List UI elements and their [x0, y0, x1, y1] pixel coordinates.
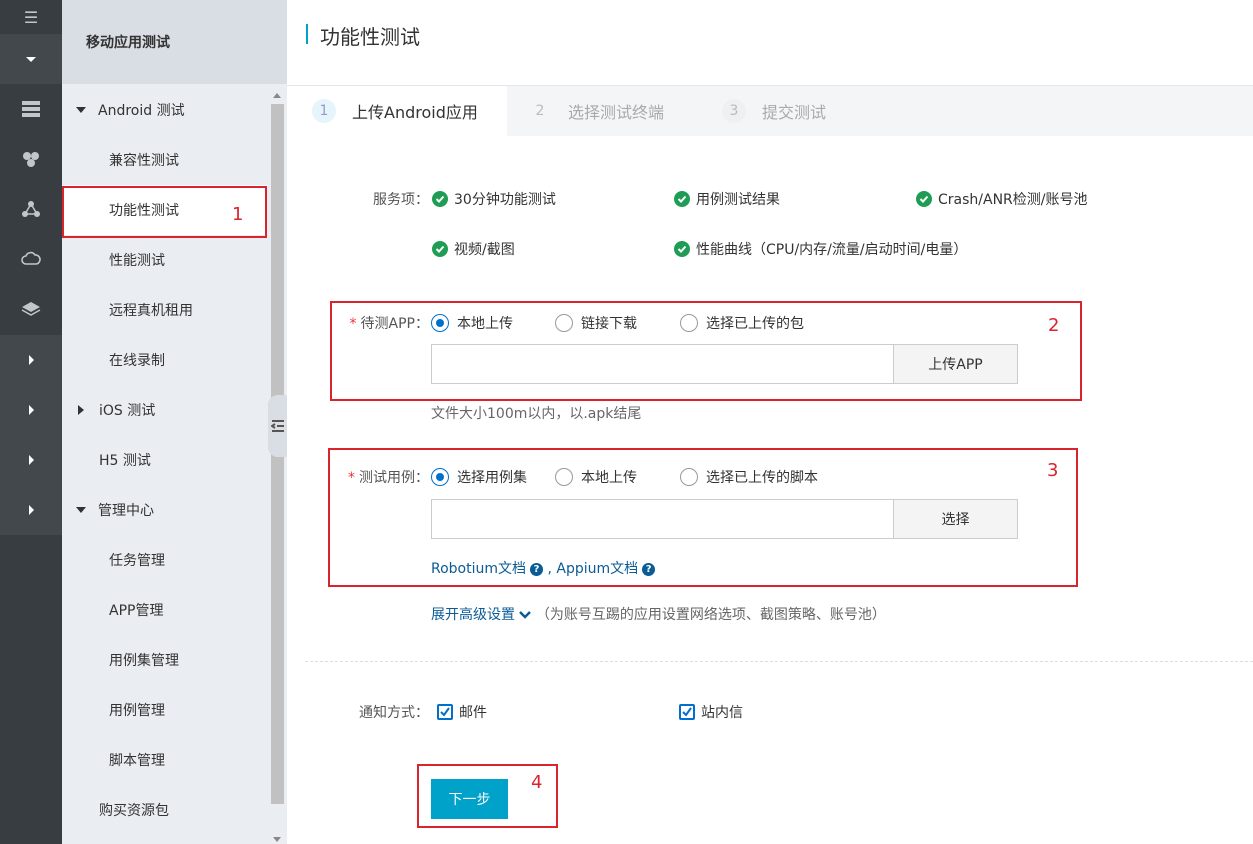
check-circle-icon	[916, 191, 932, 207]
service-label: 30分钟功能测试	[454, 192, 556, 208]
step-label: 上传Android应用	[352, 103, 478, 122]
check-circle-icon	[674, 241, 690, 257]
annotation-number: 2	[1048, 315, 1060, 336]
service-label: Crash/ANR检测/账号池	[938, 192, 1088, 208]
expand-arrow-icon[interactable]	[0, 485, 62, 535]
expand-advanced-link[interactable]: 展开高级设置	[431, 607, 515, 623]
sidebar-scrollbar[interactable]	[268, 85, 287, 844]
service-item: Crash/ANR检测/账号池	[916, 189, 1088, 209]
annotation-number: 3	[1047, 460, 1059, 481]
advanced-desc: （为账号互踢的应用设置网络选项、截图策略、账号池）	[535, 607, 886, 623]
step-label: 提交测试	[762, 103, 827, 122]
step-select-device[interactable]: 2 选择测试终端	[528, 86, 664, 136]
sidebar-item-cases[interactable]: 用例管理	[62, 685, 267, 735]
hamburger-icon[interactable]: ☰	[0, 0, 62, 34]
checkbox-checked-icon	[679, 704, 695, 720]
secondary-sidebar: 移动应用测试 Android 测试 兼容性测试 功能性测试 性能测试 远程真机租…	[62, 0, 287, 844]
rail-expand-group	[0, 335, 62, 535]
sidebar-title: 移动应用测试	[62, 0, 287, 84]
caret-down-icon	[76, 507, 86, 513]
sidebar-group-label: Android 测试	[98, 103, 185, 119]
annotation-number: 4	[531, 772, 543, 793]
sidebar-group-h5[interactable]: H5 测试	[62, 435, 267, 485]
page-header: 功能性测试	[287, 0, 1253, 86]
scroll-up-icon[interactable]	[273, 93, 281, 98]
step-submit[interactable]: 3 提交测试	[722, 86, 826, 136]
checkbox-checked-icon	[437, 704, 453, 720]
sidebar-item-buy[interactable]: 购买资源包	[62, 785, 267, 835]
caret-down-icon	[76, 107, 86, 113]
sidebar-item-tasks[interactable]: 任务管理	[62, 535, 267, 585]
sidebar-group-label: 管理中心	[98, 503, 154, 519]
notify-label: 通知方式：	[359, 705, 429, 721]
page-title: 功能性测试	[320, 25, 420, 49]
service-item: 30分钟功能测试	[432, 189, 556, 209]
sidebar-item-remote-device[interactable]: 远程真机租用	[62, 285, 267, 335]
services-label: 服务项：	[373, 192, 429, 208]
service-item: 性能曲线（CPU/内存/流量/启动时间/电量）	[674, 239, 967, 259]
service-label: 性能曲线（CPU/内存/流量/启动时间/电量）	[696, 242, 968, 258]
annotation-number: 1	[232, 204, 244, 225]
collapse-sidebar-button[interactable]	[268, 395, 287, 457]
expand-arrow-icon[interactable]	[0, 335, 62, 385]
checkbox-label: 站内信	[701, 705, 743, 721]
notify-email-checkbox[interactable]: 邮件	[437, 702, 487, 722]
advanced-settings: 展开高级设置 （为账号互踢的应用设置网络选项、截图策略、账号池）	[431, 604, 886, 624]
service-item: 视频/截图	[432, 239, 515, 259]
caret-down-icon	[26, 56, 36, 62]
sidebar-group-android[interactable]: Android 测试	[62, 85, 267, 135]
step-upload[interactable]: 1 上传Android应用	[287, 86, 507, 136]
step-number: 1	[312, 99, 336, 123]
sidebar-item-compat[interactable]: 兼容性测试	[62, 135, 267, 185]
scroll-down-icon[interactable]	[273, 837, 281, 842]
chevron-down-icon[interactable]	[519, 610, 532, 620]
sidebar-group-manage[interactable]: 管理中心	[62, 485, 267, 535]
annotation-box-2	[330, 301, 1082, 401]
app-size-hint: 文件大小100m以内，以.apk结尾	[431, 406, 642, 422]
service-label: 视频/截图	[454, 242, 515, 258]
sidebar-item-case-sets[interactable]: 用例集管理	[62, 635, 267, 685]
check-circle-icon	[674, 191, 690, 207]
step-label: 选择测试终端	[568, 103, 665, 122]
expand-arrow-icon[interactable]	[0, 435, 62, 485]
sidebar-item-scripts[interactable]: 脚本管理	[62, 735, 267, 785]
server-icon[interactable]	[0, 84, 62, 134]
cloud-icon[interactable]	[0, 234, 62, 284]
step-number: 3	[722, 99, 746, 123]
cubes-icon[interactable]	[0, 134, 62, 184]
service-item: 用例测试结果	[674, 189, 780, 209]
sidebar-group-label: iOS 测试	[99, 403, 156, 419]
step-tabs: 1 上传Android应用 2 选择测试终端 3 提交测试	[287, 86, 1253, 136]
sidebar-group-ios[interactable]: iOS 测试	[62, 385, 267, 435]
sidebar-item-performance[interactable]: 性能测试	[62, 235, 267, 285]
service-label: 用例测试结果	[696, 192, 780, 208]
nodes-icon[interactable]	[0, 184, 62, 234]
sidebar-item-apps[interactable]: APP管理	[62, 585, 267, 635]
title-accent-bar	[306, 24, 308, 44]
icon-rail: ☰	[0, 0, 62, 844]
section-divider	[305, 661, 1253, 662]
layers-icon[interactable]	[0, 284, 62, 334]
expand-arrow-icon[interactable]	[0, 385, 62, 435]
collapse-icon	[270, 420, 284, 432]
check-circle-icon	[432, 241, 448, 257]
annotation-box-3	[328, 448, 1078, 587]
product-dropdown[interactable]	[0, 34, 62, 84]
checkbox-label: 邮件	[459, 705, 487, 721]
notify-inbox-checkbox[interactable]: 站内信	[679, 702, 743, 722]
check-circle-icon	[432, 191, 448, 207]
sidebar-item-online-record[interactable]: 在线录制	[62, 335, 267, 385]
caret-right-icon	[78, 405, 84, 415]
main-content: 功能性测试 1 上传Android应用 2 选择测试终端 3 提交测试 服务项：…	[287, 0, 1253, 844]
step-number: 2	[535, 103, 545, 119]
